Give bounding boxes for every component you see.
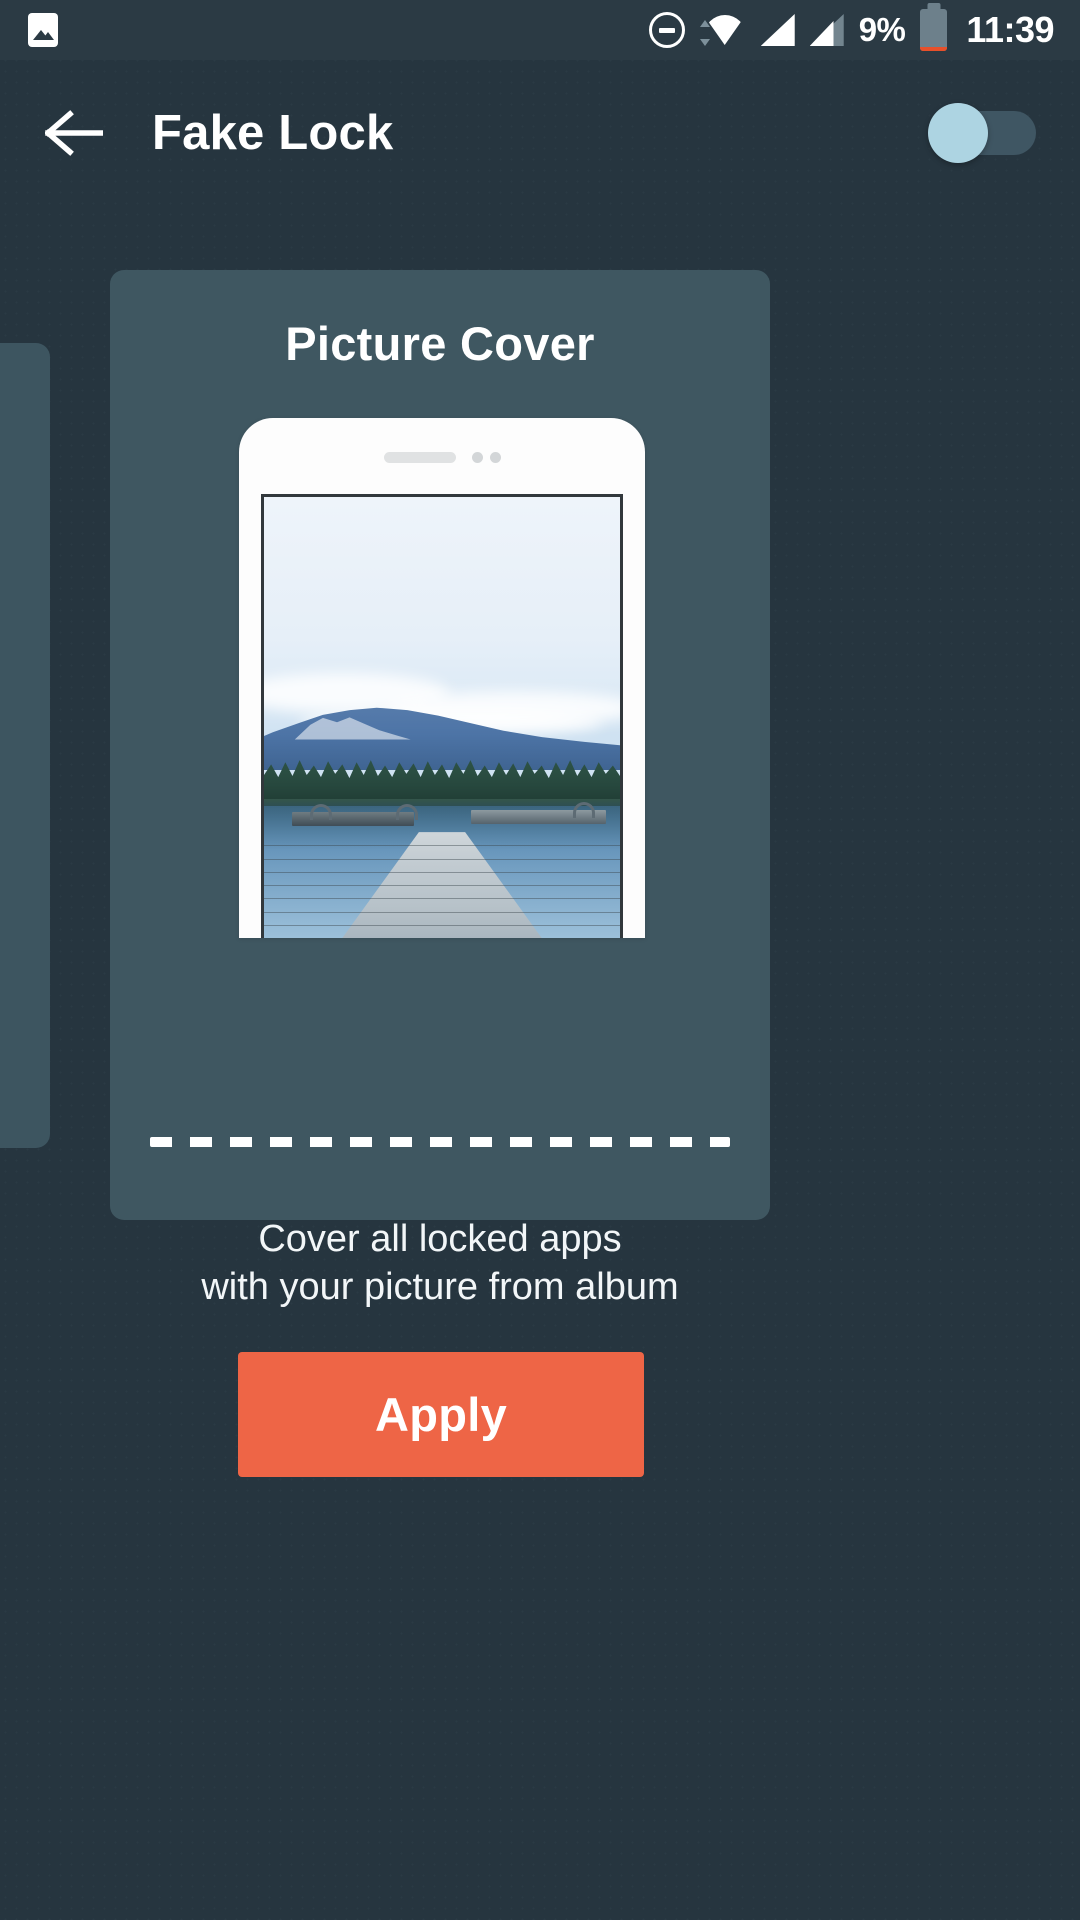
- card-description: Cover all locked apps with your picture …: [110, 1215, 770, 1312]
- front-camera-icon: [471, 451, 501, 463]
- phone-mockup: [239, 418, 645, 938]
- phone-screen-wallpaper: [261, 494, 623, 938]
- cover-carousel[interactable]: Picture Cover Cover all locked apps with…: [0, 0, 1080, 1920]
- card-title: Picture Cover: [285, 317, 595, 370]
- speaker-grille-icon: [383, 451, 456, 463]
- card-description-line-2: with your picture from album: [201, 1266, 679, 1309]
- card-description-line-1: Cover all locked apps: [258, 1218, 622, 1260]
- dashed-cut-line: [150, 1137, 730, 1147]
- apply-button[interactable]: Apply: [238, 1352, 644, 1477]
- picture-cover-card[interactable]: Picture Cover Cover all locked apps with…: [110, 270, 770, 1308]
- fake-lock-screen: 9% 11:39 Fake Lock Picture Cover Cover a…: [0, 0, 1080, 1920]
- apply-button-label: Apply: [374, 1388, 508, 1441]
- adjacent-cover-card[interactable]: [0, 343, 50, 1148]
- phone-bezel: [239, 442, 645, 472]
